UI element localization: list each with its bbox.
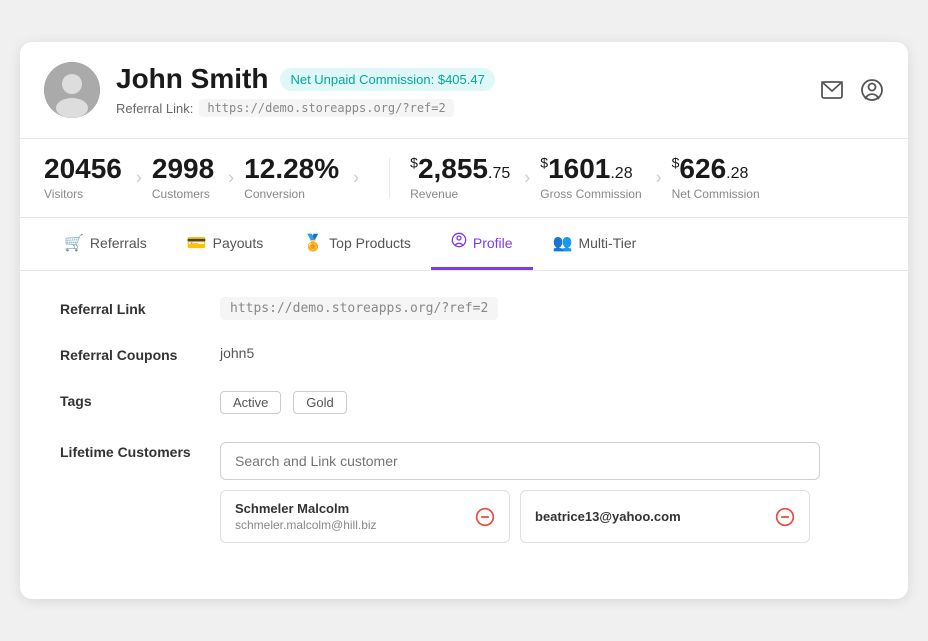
stat-gross-commission-label: Gross Commission	[540, 187, 641, 201]
stat-visitors-value: 20456	[44, 155, 122, 183]
profile-content: Referral Link https://demo.storeapps.org…	[20, 271, 908, 599]
header-info: John Smith Net Unpaid Commission: $405.4…	[116, 63, 495, 117]
lifetime-customers-value: Schmeler Malcolm schmeler.malcolm@hill.b…	[220, 442, 868, 543]
stat-customers-value: 2998	[152, 155, 214, 183]
stat-net-commission-label: Net Commission	[672, 187, 760, 201]
header-icons	[820, 78, 884, 102]
tab-profile-label: Profile	[473, 235, 513, 251]
email-button[interactable]	[820, 78, 844, 102]
referral-link-field-label: Referral Link	[60, 299, 220, 317]
lifetime-customers-label: Lifetime Customers	[60, 442, 220, 460]
stat-revenue-value: $2,855.75	[410, 155, 510, 183]
main-card: John Smith Net Unpaid Commission: $405.4…	[20, 42, 908, 599]
customers-list: Schmeler Malcolm schmeler.malcolm@hill.b…	[220, 490, 820, 543]
top-products-icon: 🏅	[303, 233, 323, 253]
stat-visitors-label: Visitors	[44, 187, 122, 201]
stats-bar: 20456 Visitors 2998 Customers 12.28% Con…	[20, 139, 908, 218]
stat-revenue: $2,855.75 Revenue	[410, 155, 530, 201]
stat-customers-label: Customers	[152, 187, 214, 201]
stat-divider-1	[389, 158, 390, 198]
referral-link-label: Referral Link:	[116, 101, 193, 116]
lifetime-customers-row: Lifetime Customers Schmeler Malcolm schm…	[60, 442, 868, 543]
remove-customer-1[interactable]	[775, 507, 795, 527]
profile-button[interactable]	[860, 78, 884, 102]
tab-profile[interactable]: Profile	[431, 218, 533, 270]
stat-gross-commission-value: $1601.28	[540, 155, 641, 183]
customer-name-0: Schmeler Malcolm	[235, 501, 377, 516]
tag-gold: Gold	[293, 391, 346, 414]
header-name-row: John Smith Net Unpaid Commission: $405.4…	[116, 63, 495, 95]
tab-referrals-label: Referrals	[90, 235, 147, 251]
stat-conversion-value: 12.28%	[244, 155, 339, 183]
tab-payouts-label: Payouts	[213, 235, 264, 251]
header-left: John Smith Net Unpaid Commission: $405.4…	[44, 62, 495, 118]
coupons-value: john5	[220, 345, 868, 361]
payouts-icon: 💳	[187, 233, 207, 253]
customer-email-0: schmeler.malcolm@hill.biz	[235, 518, 377, 532]
customer-info-1: beatrice13@yahoo.com	[535, 509, 681, 524]
tags-row: Tags Active Gold	[60, 391, 868, 414]
tags-label: Tags	[60, 391, 220, 409]
stat-visitors: 20456 Visitors	[44, 155, 142, 201]
tags-value: Active Gold	[220, 391, 868, 414]
remove-customer-0[interactable]	[475, 507, 495, 527]
stat-net-commission: $626.28 Net Commission	[672, 155, 780, 201]
tag-active: Active	[220, 391, 281, 414]
header-referral-url: https://demo.storeapps.org/?ref=2	[199, 99, 453, 117]
referral-link-value: https://demo.storeapps.org/?ref=2	[220, 297, 498, 320]
profile-tab-icon	[451, 232, 467, 253]
coupons-label: Referral Coupons	[60, 345, 220, 363]
header: John Smith Net Unpaid Commission: $405.4…	[20, 42, 908, 139]
customer-info-0: Schmeler Malcolm schmeler.malcolm@hill.b…	[235, 501, 377, 532]
customer-chip-0: Schmeler Malcolm schmeler.malcolm@hill.b…	[220, 490, 510, 543]
commission-badge: Net Unpaid Commission: $405.47	[280, 68, 494, 91]
stat-revenue-label: Revenue	[410, 187, 510, 201]
header-referral-row: Referral Link: https://demo.storeapps.or…	[116, 99, 495, 117]
tab-multi-tier-label: Multi-Tier	[578, 235, 636, 251]
stat-net-commission-value: $626.28	[672, 155, 760, 183]
tab-top-products-label: Top Products	[329, 235, 411, 251]
customer-chip-1: beatrice13@yahoo.com	[520, 490, 810, 543]
multi-tier-icon: 👥	[553, 233, 573, 253]
user-name: John Smith	[116, 63, 268, 95]
referral-link-row: Referral Link https://demo.storeapps.org…	[60, 299, 868, 317]
stat-customers: 2998 Customers	[152, 155, 234, 201]
stat-conversion: 12.28% Conversion	[244, 155, 359, 201]
stat-gross-commission: $1601.28 Gross Commission	[540, 155, 661, 201]
customer-name-1: beatrice13@yahoo.com	[535, 509, 681, 524]
tab-payouts[interactable]: 💳 Payouts	[167, 218, 284, 270]
search-customer-input[interactable]	[220, 442, 820, 480]
referral-link-field-value: https://demo.storeapps.org/?ref=2	[220, 299, 868, 316]
referrals-icon: 🛒	[64, 233, 84, 253]
tab-multi-tier[interactable]: 👥 Multi-Tier	[533, 218, 657, 270]
avatar	[44, 62, 100, 118]
tab-referrals[interactable]: 🛒 Referrals	[44, 218, 167, 270]
stat-conversion-label: Conversion	[244, 187, 339, 201]
tabs: 🛒 Referrals 💳 Payouts 🏅 Top Products Pro…	[20, 218, 908, 271]
coupons-row: Referral Coupons john5	[60, 345, 868, 363]
tab-top-products[interactable]: 🏅 Top Products	[283, 218, 431, 270]
